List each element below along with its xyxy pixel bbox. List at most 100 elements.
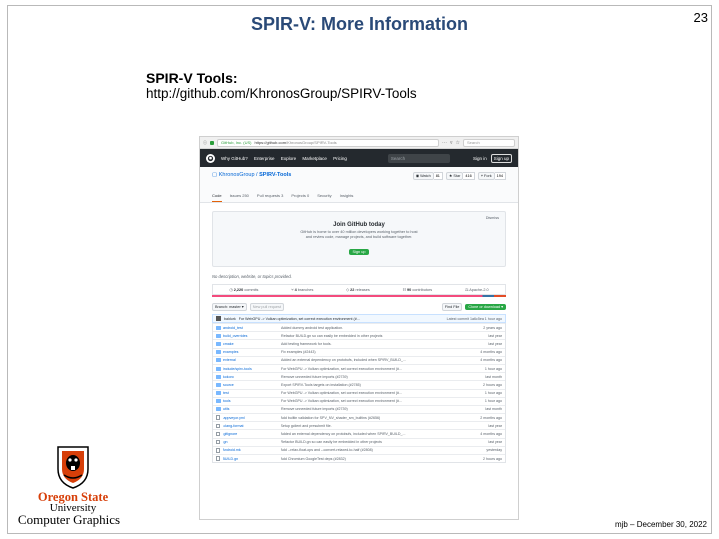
join-sign-up-button[interactable]: Sign up [348, 249, 370, 255]
tab-projects[interactable]: Projects 0 [291, 193, 309, 202]
branch-select[interactable]: Branch: master ▾ [212, 303, 247, 311]
table-row[interactable]: kokoro Remove unneeded future imports (#2… [213, 372, 505, 380]
file-name-link[interactable]: .clang-format [223, 424, 281, 428]
repo-name-link[interactable]: SPIRV-Tools [259, 172, 291, 178]
file-commit-message[interactable]: Refactor BUILD.gn so can easily be embed… [281, 334, 464, 338]
table-row[interactable]: source Export SPIRV-Tools targets on inst… [213, 380, 505, 388]
file-commit-message[interactable]: Added dummy android test application. [281, 326, 464, 330]
avatar[interactable] [216, 316, 221, 321]
table-row[interactable]: external Added an external dependency on … [213, 355, 505, 364]
table-row[interactable]: tools For WebGPU -> Vulkan optimization, … [213, 396, 505, 405]
file-name-link[interactable]: Android.mk [223, 448, 281, 452]
file-name-link[interactable]: utils [223, 407, 281, 411]
file-name-link[interactable]: kokoro [223, 375, 281, 379]
file-commit-message[interactable]: Remove unneeded future imports (#2739) [281, 375, 464, 379]
bookmark-star-icon[interactable]: ☆ [456, 140, 460, 146]
file-commit-message[interactable]: Remove unneeded future imports (#2739) [281, 407, 464, 411]
file-commit-message[interactable]: Setup gclient and presubmit file. [281, 424, 465, 428]
table-row[interactable]: BUILD.gn Add Chromium GoogleTest deps (#2… [213, 454, 505, 462]
file-commit-message[interactable]: Add builtin validation for SPV_NV_shader… [281, 416, 465, 420]
watch-count[interactable]: 81 [433, 172, 443, 180]
table-row[interactable]: android_test Added dummy android test app… [213, 323, 505, 331]
file-name-link[interactable]: cmake [223, 342, 281, 346]
file-commit-message[interactable]: For WebGPU -> Vulkan optimization, set c… [281, 391, 464, 395]
file-name-link[interactable]: examples [223, 350, 281, 354]
file-age: 2 hours ago [483, 456, 502, 461]
github-logo-icon[interactable] [206, 153, 215, 163]
repo-stats: ◷ 2,220 commits ⑂ 4 branches ◇ 22 releas… [212, 284, 506, 295]
tab-pull-requests[interactable]: Pull requests 3 [257, 193, 283, 202]
nav-explore[interactable]: Explore [281, 156, 296, 161]
clone-download-button[interactable]: Clone or download ▾ [465, 304, 506, 310]
file-commit-message[interactable]: Add --relax-float-ops and --convert-rela… [281, 448, 465, 452]
file-commit-message[interactable]: For WebGPU -> Vulkan optimization, set c… [281, 399, 464, 403]
file-commit-message[interactable]: Add Chromium GoogleTest deps (#2832) [281, 457, 465, 461]
file-name-link[interactable]: BUILD.gn [223, 457, 281, 461]
language-bar[interactable] [212, 295, 506, 297]
branches-stat[interactable]: ⑂ 4 branches [291, 288, 313, 292]
tab-insights[interactable]: Insights [340, 193, 354, 202]
table-row[interactable]: include/spirv-tools For WebGPU -> Vulkan … [213, 363, 505, 372]
file-commit-message[interactable]: Export SPIRV-Tools targets on installati… [281, 383, 464, 387]
releases-stat[interactable]: ◇ 22 releases [346, 287, 370, 292]
file-commit-message[interactable]: Added an external dependency on protobuf… [281, 358, 464, 362]
pocket-icon[interactable]: ▿ [450, 140, 453, 146]
repo-owner-link[interactable]: KhronosGroup [219, 172, 255, 178]
nav-marketplace[interactable]: Marketplace [302, 156, 327, 161]
file-name-link[interactable]: .appveyor.yml [223, 416, 281, 420]
file-name-link[interactable]: .gitignore [223, 432, 281, 436]
watch-button[interactable]: ◉ Watch [412, 172, 434, 180]
nav-enterprise[interactable]: Enterprise [254, 156, 275, 161]
file-commit-message[interactable]: Add testing framework for tools. [281, 342, 464, 346]
github-search-input[interactable]: Search [387, 153, 450, 163]
more-icon[interactable]: ⋯ [442, 140, 447, 146]
sign-up-button[interactable]: Sign up [490, 153, 512, 163]
star-count[interactable]: 416 [463, 172, 475, 180]
contributors-stat[interactable]: ☷ 90 contributors [403, 287, 433, 292]
table-row[interactable]: Android.mk Add --relax-float-ops and --co… [213, 445, 505, 454]
tab-security[interactable]: Security [317, 193, 331, 202]
commit-message[interactable]: For WebGPU -> Vulkan optimization, set c… [239, 317, 360, 321]
sign-in-link[interactable]: Sign in [473, 156, 487, 161]
file-icon [216, 415, 220, 420]
dismiss-button[interactable]: Dismiss [486, 216, 499, 220]
tab-code[interactable]: Code [212, 193, 222, 202]
table-row[interactable]: .clang-format Setup gclient and presubmit… [213, 421, 505, 429]
table-row[interactable]: utils Remove unneeded future imports (#27… [213, 404, 505, 413]
file-commit-message[interactable]: Refactor BUILD.gn so can easily be embed… [281, 440, 465, 444]
nav-pricing[interactable]: Pricing [333, 156, 347, 161]
find-file-button[interactable]: Find File [441, 303, 463, 311]
star-button[interactable]: ★ Star [445, 172, 464, 180]
license-stat[interactable]: ⚖ Apache-2.0 [465, 287, 489, 292]
new-pull-request-button[interactable]: New pull request [249, 303, 284, 311]
file-name-link[interactable]: external [223, 358, 281, 362]
file-name-link[interactable]: tools [223, 399, 281, 403]
latest-commit-info[interactable]: Latest commit 1a6c5ea 1 hour ago [447, 317, 502, 321]
browser-search-field[interactable]: Search [463, 138, 515, 147]
tab-issues[interactable]: Issues 250 [230, 193, 249, 202]
file-name-link[interactable]: build_overrides [223, 334, 281, 338]
commit-author[interactable]: baldurk [224, 317, 236, 321]
fork-button[interactable]: ⑂ Fork [477, 172, 495, 180]
file-name-link[interactable]: include/spirv-tools [223, 367, 281, 371]
table-row[interactable]: build_overrides Refactor BUILD.gn so can … [213, 331, 505, 339]
table-row[interactable]: .gn Refactor BUILD.gn so can easily be em… [213, 437, 505, 446]
fork-count[interactable]: 194 [494, 172, 506, 180]
file-commit-message[interactable]: Added an external dependency on protobuf… [281, 432, 465, 436]
table-row[interactable]: .gitignore Added an external dependency o… [213, 429, 505, 437]
browser-url-field[interactable]: GitHub, Inc. (US) https://github.com /Kh… [217, 138, 439, 147]
file-commit-message[interactable]: Fix examples (#2443) [281, 350, 464, 354]
file-commit-message[interactable]: For WebGPU -> Vulkan optimization, set c… [281, 367, 464, 371]
table-row[interactable]: examples Fix examples (#2443) 4 months ago [213, 347, 505, 356]
file-name-link[interactable]: android_test [223, 326, 281, 330]
file-name-link[interactable]: source [223, 383, 281, 387]
file-name-link[interactable]: test [223, 391, 281, 395]
table-row[interactable]: cmake Add testing framework for tools. las… [213, 339, 505, 347]
commits-stat[interactable]: ◷ 2,220 commits [229, 287, 258, 292]
file-name-link[interactable]: .gn [223, 440, 281, 444]
table-row[interactable]: .appveyor.yml Add builtin validation for … [213, 413, 505, 421]
file-age: 4 months ago [480, 432, 502, 437]
nav-why-github[interactable]: Why GitHub? [221, 156, 248, 161]
repo-url-text[interactable]: http://github.com/KhronosGroup/SPIRV-Too… [146, 86, 417, 101]
table-row[interactable]: test For WebGPU -> Vulkan optimization, s… [213, 388, 505, 397]
